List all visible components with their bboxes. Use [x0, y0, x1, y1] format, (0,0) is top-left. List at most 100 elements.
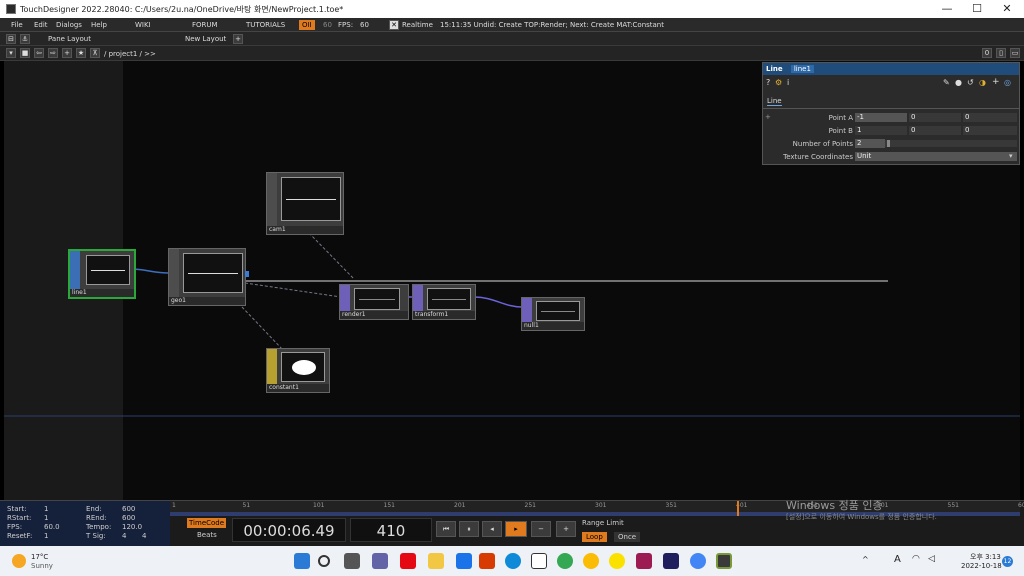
chrome-profile-icon[interactable]: [583, 553, 599, 569]
menu-edit[interactable]: Edit: [34, 21, 48, 29]
node-cam1[interactable]: cam1: [266, 172, 344, 235]
edit-icon[interactable]: ✎: [943, 78, 950, 87]
volume-icon[interactable]: ◁: [928, 554, 935, 564]
tsig-a[interactable]: 4: [122, 532, 126, 540]
notification-badge[interactable]: 12: [1002, 556, 1013, 567]
chrome-icon[interactable]: [557, 553, 573, 569]
node-render1[interactable]: render1: [339, 284, 409, 320]
parent-icon[interactable]: ⊼: [90, 48, 100, 58]
point-a-z[interactable]: 0: [963, 113, 1017, 122]
play-icon[interactable]: ▸: [505, 521, 527, 537]
language-icon[interactable]: ◑: [979, 78, 986, 87]
add-op-icon[interactable]: +: [62, 48, 72, 58]
edge-icon[interactable]: [505, 553, 521, 569]
indesign-icon[interactable]: [636, 553, 652, 569]
beats-toggle[interactable]: Beats: [197, 531, 217, 539]
rstart-value[interactable]: 1: [44, 514, 48, 522]
pane-anchor-icon[interactable]: ⚓: [20, 34, 30, 44]
start-icon[interactable]: [294, 553, 310, 569]
pane-menu-icon[interactable]: ▾: [6, 48, 16, 58]
num-points-field[interactable]: 2: [855, 139, 885, 148]
point-b-x[interactable]: 1: [855, 126, 907, 135]
zero-button[interactable]: 0: [982, 48, 992, 58]
loop-button[interactable]: Loop: [582, 532, 607, 542]
forum-link[interactable]: FORUM: [192, 21, 218, 29]
touchdesigner-icon[interactable]: [716, 553, 732, 569]
menu-file[interactable]: File: [11, 21, 23, 29]
node-line1[interactable]: line1: [68, 249, 136, 299]
pane-split-icon[interactable]: ⊟: [6, 34, 16, 44]
after-effects-icon[interactable]: [663, 553, 679, 569]
search-icon[interactable]: [318, 555, 330, 567]
weather-temp[interactable]: 17°C: [31, 553, 48, 561]
pause-icon[interactable]: ⏸: [459, 521, 479, 537]
menu-help[interactable]: Help: [91, 21, 107, 29]
chat-icon[interactable]: [372, 553, 388, 569]
wifi-icon[interactable]: ◠: [912, 554, 920, 564]
office-icon[interactable]: [479, 553, 495, 569]
node-geo1-output[interactable]: [245, 271, 249, 278]
weather-desc[interactable]: Sunny: [31, 562, 53, 570]
op-name-field[interactable]: line1: [790, 65, 814, 73]
step-plus-icon[interactable]: +: [556, 521, 576, 537]
start-value[interactable]: 1: [44, 505, 48, 513]
close-pane-icon[interactable]: ▭: [1010, 48, 1020, 58]
clock-date[interactable]: 2022-10-18: [961, 562, 1002, 570]
new-layout-button[interactable]: New Layout: [185, 35, 226, 43]
time-display[interactable]: 00:00:06.49: [232, 518, 346, 542]
wiki-link[interactable]: WIKI: [135, 21, 151, 29]
close-button[interactable]: ✕: [992, 1, 1022, 17]
star-icon[interactable]: ★: [76, 48, 86, 58]
tutorials-link[interactable]: TUTORIALS: [246, 21, 285, 29]
node-geo1[interactable]: geo1: [168, 248, 249, 306]
end-value[interactable]: 600: [122, 505, 135, 513]
tsig-b[interactable]: 4: [142, 532, 146, 540]
ime-language[interactable]: A: [894, 554, 901, 565]
point-a-y[interactable]: 0: [909, 113, 961, 122]
info-icon[interactable]: i: [787, 78, 789, 87]
playhead[interactable]: [737, 501, 739, 516]
step-minus-icon[interactable]: −: [531, 521, 551, 537]
timeline-ruler[interactable]: 151101151201251301351401451501551600: [170, 501, 1024, 512]
rend-value[interactable]: 600: [122, 514, 135, 522]
add-param-icon[interactable]: +: [992, 77, 1000, 87]
tempo-value[interactable]: 120.0: [122, 523, 142, 531]
kakaotalk-icon[interactable]: [609, 553, 625, 569]
point-a-x[interactable]: -1: [855, 113, 907, 122]
network-path[interactable]: / project1 / >>: [104, 50, 156, 58]
realtime-checkbox[interactable]: ✕: [389, 20, 399, 30]
point-b-z[interactable]: 0: [963, 126, 1017, 135]
back-icon[interactable]: ⇦: [34, 48, 44, 58]
reset-icon[interactable]: ↺: [967, 78, 974, 87]
num-points-slider[interactable]: [885, 140, 1017, 147]
settings-icon[interactable]: ◎: [1004, 78, 1011, 87]
tab-line[interactable]: Line: [767, 97, 782, 106]
fps-value-timeline[interactable]: 60.0: [44, 523, 60, 531]
add-layout-button[interactable]: +: [233, 34, 243, 44]
help-icon[interactable]: ?: [766, 78, 770, 87]
task-view-icon[interactable]: [344, 553, 360, 569]
point-b-y[interactable]: 0: [909, 126, 961, 135]
clock-time[interactable]: 오후 3:13: [970, 552, 1001, 562]
node-null1[interactable]: null1: [521, 297, 585, 331]
netflix-icon[interactable]: [400, 553, 416, 569]
pane-layout-button[interactable]: Pane Layout: [48, 35, 91, 43]
file-explorer-icon[interactable]: [428, 553, 444, 569]
chrome-alt-icon[interactable]: [690, 553, 706, 569]
rewind-icon[interactable]: ⏮: [436, 521, 456, 537]
step-back-icon[interactable]: ◂: [482, 521, 502, 537]
menu-dialogs[interactable]: Dialogs: [56, 21, 82, 29]
once-button[interactable]: Once: [614, 532, 641, 542]
stop-icon[interactable]: ■: [20, 48, 30, 58]
timecode-toggle[interactable]: TimeCode: [187, 518, 227, 528]
node-constant1[interactable]: constant1: [266, 348, 330, 393]
comment-icon[interactable]: ●: [955, 78, 962, 87]
maximize-button[interactable]: ☐: [962, 1, 992, 17]
split-view-icon[interactable]: ▯: [996, 48, 1006, 58]
node-transform1[interactable]: transform1: [412, 284, 476, 320]
oii-badge[interactable]: OII: [299, 20, 315, 30]
python-icon[interactable]: ⚙: [775, 78, 782, 87]
resetf-value[interactable]: 1: [44, 532, 48, 540]
notion-icon[interactable]: [531, 553, 547, 569]
forward-icon[interactable]: ⇨: [48, 48, 58, 58]
